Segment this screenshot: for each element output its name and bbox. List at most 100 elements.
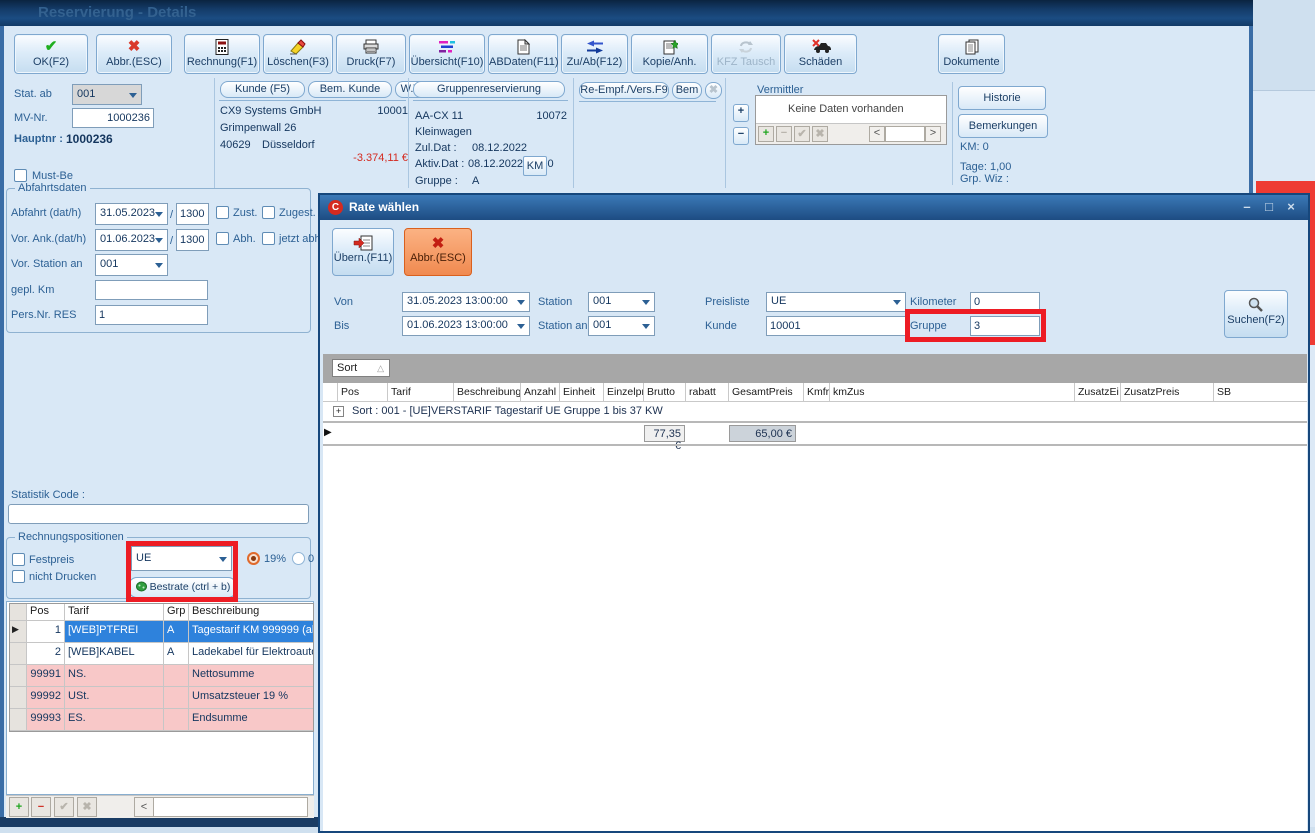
table-row[interactable]: 99992 USt. Umsatzsteuer 19 % xyxy=(10,687,313,709)
historie-button[interactable]: Historie xyxy=(958,86,1046,110)
table-row[interactable]: 2 [WEB]KABEL A Ladekabel für Elektroauto xyxy=(10,643,313,665)
mwst-0-label: 0 xyxy=(308,553,314,565)
minimize-button[interactable]: – xyxy=(1238,198,1256,216)
loeschen-button[interactable]: Löschen(F3) xyxy=(263,34,333,74)
km-button[interactable]: KM xyxy=(523,156,547,176)
reempf-separator-line xyxy=(579,101,716,102)
table-row[interactable]: ▶ 1 [WEB]PTFREI A Tagestarif KM 999999 (… xyxy=(10,621,313,643)
rates-table-header: Pos Tarif Beschreibung Anzahl Einheit Ei… xyxy=(323,383,1307,402)
expand-icon[interactable]: + xyxy=(333,406,344,417)
abbrechen-button[interactable]: ✖ Abbr.(ESC) xyxy=(96,34,172,74)
reempf-button[interactable]: Re-Empf./Vers.F9 xyxy=(579,82,669,99)
vor-ank-date-combo[interactable]: 01.06.2023 xyxy=(95,229,168,251)
uebernehmen-button[interactable]: Übern.(F11) xyxy=(332,228,394,276)
dialog-abbrechen-button[interactable]: ✖ Abbr.(ESC) xyxy=(404,228,472,276)
uebersicht-button[interactable]: Übersicht(F10) xyxy=(409,34,485,74)
rate-data-row[interactable]: ▶ 77,35 € 65,00 € xyxy=(323,423,1307,444)
close-button[interactable]: × xyxy=(1282,198,1300,216)
ok-button[interactable]: ✔ OK(F2) xyxy=(14,34,88,74)
kopie-button[interactable]: Kopie/Anh. xyxy=(631,34,708,74)
maximize-button[interactable]: □ xyxy=(1260,198,1278,216)
von-date-combo[interactable]: 31.05.2023 13:00:00 xyxy=(402,292,530,312)
bis-date-combo[interactable]: 01.06.2023 13:00:00 xyxy=(402,316,530,336)
col-header-zusatzei[interactable]: ZusatzEi xyxy=(1075,383,1121,401)
must-be-checkbox[interactable] xyxy=(14,169,27,182)
pers-nr-res-input[interactable] xyxy=(95,305,208,325)
dialog-titlebar[interactable]: C Rate wählen – □ × xyxy=(320,195,1308,220)
druck-button[interactable]: Druck(F7) xyxy=(336,34,406,74)
loeschen-button-label: Löschen(F3) xyxy=(264,56,332,68)
col-header-gesamtpreis[interactable]: GesamtPreis xyxy=(729,383,804,401)
statistik-code-input[interactable] xyxy=(8,504,309,524)
brutto-cell[interactable]: 77,35 € xyxy=(644,425,685,442)
vermittler-remove-button[interactable]: − xyxy=(733,127,749,145)
vermittler-nav-insert-button[interactable]: + xyxy=(758,126,774,142)
bem-kunde-button[interactable]: Bem. Kunde xyxy=(308,81,392,98)
bem-button[interactable]: Bem xyxy=(672,82,702,99)
col-header-beschreibung[interactable]: Beschreibung xyxy=(189,604,313,620)
invoice-add-button[interactable]: + xyxy=(9,797,29,817)
col-header-tarif[interactable]: Tarif xyxy=(388,383,454,401)
col-header-grp[interactable]: Grp xyxy=(164,604,189,620)
col-header-zusatzpreis[interactable]: ZusatzPreis xyxy=(1121,383,1214,401)
stat-ab-combo[interactable]: 001 xyxy=(72,84,142,105)
cell-beschreibung: Ladekabel für Elektroauto xyxy=(189,643,313,664)
sort-group-chip[interactable]: Sort △ xyxy=(332,359,390,377)
col-header-pos[interactable]: Pos xyxy=(27,604,65,620)
vor-ank-time-input[interactable] xyxy=(176,229,209,251)
rechnung-button[interactable]: Rechnung(F1) xyxy=(184,34,260,74)
col-header-sb[interactable]: SB xyxy=(1214,383,1307,401)
abh-checkbox[interactable] xyxy=(216,232,229,245)
mwst-0-radio[interactable] xyxy=(292,552,305,565)
col-header-kmfrei[interactable]: Kmfrei xyxy=(804,383,830,401)
abfahrt-time-input[interactable] xyxy=(176,203,209,225)
vermittler-add-button[interactable]: + xyxy=(733,104,749,122)
station-an-combo[interactable]: 001 xyxy=(588,316,655,336)
col-header-beschreibung[interactable]: Beschreibung xyxy=(454,383,521,401)
invoice-scrollbar[interactable] xyxy=(134,797,308,817)
schaeden-button[interactable]: Schäden xyxy=(784,34,857,74)
divider-customer-vehicle xyxy=(408,78,409,188)
col-header-pos[interactable]: Pos xyxy=(338,383,388,401)
suchen-button[interactable]: Suchen(F2) xyxy=(1224,290,1288,338)
mv-nr-input[interactable] xyxy=(72,108,154,128)
customer-name: CX9 Systems GmbH xyxy=(220,105,321,117)
kunde-button[interactable]: Kunde (F5) xyxy=(220,81,305,98)
zugest-checkbox[interactable] xyxy=(262,206,275,219)
group-row[interactable]: + Sort : 001 - [UE]VERSTARIF Tagestarif … xyxy=(323,402,1307,421)
mwst-19-radio[interactable] xyxy=(247,552,260,565)
preisliste-combo[interactable]: UE xyxy=(766,292,906,312)
customer-separator-line xyxy=(219,100,406,101)
bemerkungen-button[interactable]: Bemerkungen xyxy=(958,114,1048,138)
invoice-delete-button[interactable]: − xyxy=(31,797,51,817)
table-row[interactable]: 99993 ES. Endsumme xyxy=(10,709,313,731)
abfahrt-date-combo[interactable]: 31.05.2023 xyxy=(95,203,168,225)
vermittler-scroll-box[interactable] xyxy=(885,126,925,142)
col-header-rabatt[interactable]: rabatt xyxy=(686,383,729,401)
col-header-tarif[interactable]: Tarif xyxy=(65,604,164,620)
gepl-km-input[interactable] xyxy=(95,280,208,300)
festpreis-checkbox[interactable] xyxy=(12,553,25,566)
abdaten-button[interactable]: ABDaten(F11) xyxy=(488,34,558,74)
nicht-drucken-checkbox[interactable] xyxy=(12,570,25,583)
vermittler-next-button[interactable]: > xyxy=(925,126,941,142)
kunde-input[interactable] xyxy=(766,316,906,336)
vor-station-an-combo[interactable]: 001 xyxy=(95,254,168,276)
dokumente-button[interactable]: Dokumente xyxy=(938,34,1005,74)
main-window-titlebar[interactable]: Reservierung - Details xyxy=(0,0,1253,26)
station-combo[interactable]: 001 xyxy=(588,292,655,312)
gesamtpreis-cell[interactable]: 65,00 € xyxy=(729,425,796,442)
jetzt-abh-checkbox[interactable] xyxy=(262,232,275,245)
chevron-down-icon xyxy=(642,324,650,329)
col-header-einzelpreis[interactable]: Einzelpreis xyxy=(604,383,644,401)
col-header-einheit[interactable]: Einheit xyxy=(560,383,604,401)
table-row[interactable]: 99991 NS. Nettosumme xyxy=(10,665,313,687)
zust-checkbox[interactable] xyxy=(216,206,229,219)
col-header-anzahl[interactable]: Anzahl xyxy=(521,383,560,401)
gruppenreservierung-button[interactable]: Gruppenreservierung xyxy=(413,81,565,98)
col-header-kmzus[interactable]: kmZus xyxy=(830,383,1075,401)
zuab-button[interactable]: Zu/Ab(F12) xyxy=(561,34,628,74)
vermittler-prev-button[interactable]: < xyxy=(869,126,885,142)
invoice-scroll-prev-button[interactable]: < xyxy=(134,797,154,817)
col-header-brutto[interactable]: Brutto xyxy=(644,383,686,401)
